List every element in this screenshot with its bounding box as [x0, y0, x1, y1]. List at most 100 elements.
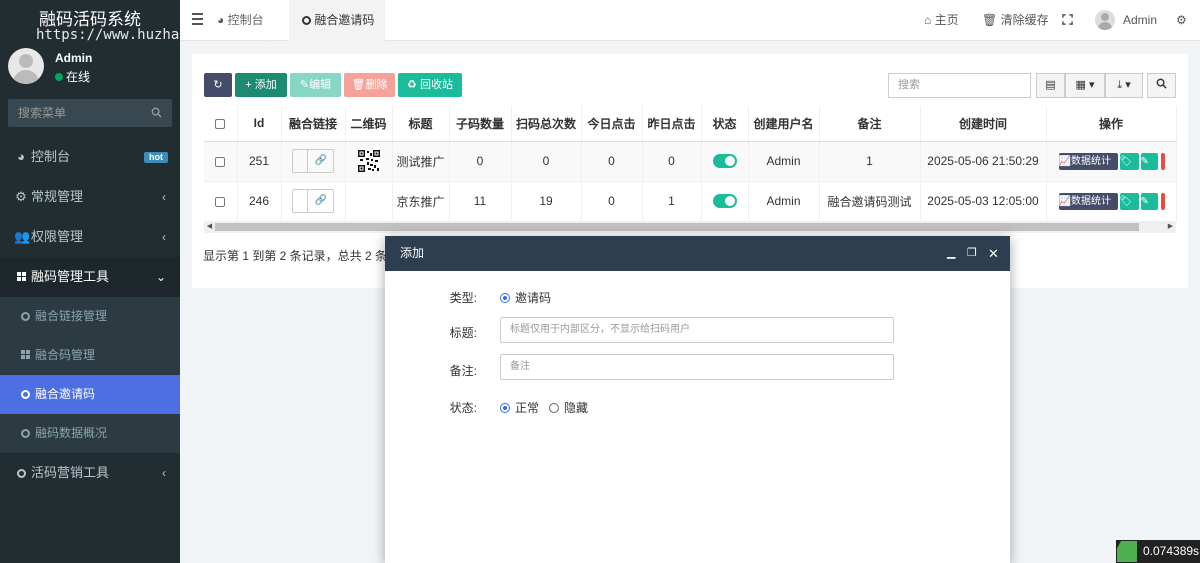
- tag-button[interactable]: 🏷: [1119, 152, 1139, 170]
- scroll-right-icon[interactable]: ▶: [1165, 221, 1176, 233]
- minimize-icon[interactable]: ▁: [947, 236, 955, 271]
- sidebar-search-input[interactable]: 搜索菜单: [8, 99, 172, 127]
- cell-creator: Admin: [748, 181, 820, 222]
- status-toggle[interactable]: [712, 194, 737, 209]
- radio-checked-icon: [500, 403, 510, 413]
- refresh-icon: ↻: [213, 79, 223, 91]
- sidebar-item-label: 融合链接管理: [35, 309, 108, 323]
- row-checkbox[interactable]: [204, 181, 238, 222]
- cell-actions: 📈数据统计 🏷 ✎: [1046, 181, 1177, 222]
- column-header[interactable]: 标题: [392, 106, 450, 142]
- fullscreen-icon[interactable]: [1062, 0, 1073, 41]
- status-toggle[interactable]: [712, 154, 737, 169]
- column-header[interactable]: 二维码: [345, 106, 393, 142]
- remark-label: 备注:: [449, 364, 477, 378]
- status-normal-radio[interactable]: 正常: [500, 399, 539, 416]
- tag-button[interactable]: 🏷: [1119, 192, 1139, 210]
- cell-created: 2025-05-03 12:05:00: [920, 181, 1047, 222]
- status-hidden-radio[interactable]: 隐藏: [549, 399, 588, 416]
- copy-link-button[interactable]: 🔗: [292, 189, 334, 213]
- title-input[interactable]: 标题仅用于内部区分，不显示给扫码用户: [500, 317, 894, 343]
- cell-status: [701, 141, 749, 182]
- toggle-view-button[interactable]: ▤: [1036, 73, 1065, 98]
- add-button[interactable]: + 添加: [235, 73, 287, 97]
- sidebar-item-fusion-codes[interactable]: 融合码管理: [0, 336, 180, 375]
- sidebar-item-marketing-tools[interactable]: 活码营销工具 ‹: [0, 453, 180, 493]
- search-icon[interactable]: [151, 107, 162, 118]
- user-name: Admin: [55, 51, 93, 65]
- stats-button[interactable]: 📈数据统计: [1058, 192, 1118, 210]
- table-row[interactable]: 251 🔗 测试推广 0 0 0 0 Admin 1 2025-05-06 21…: [204, 141, 1177, 182]
- menu-toggle-icon[interactable]: [192, 13, 203, 25]
- add-dialog: 添加 ▁ ❐ ✕ 类型: 邀请码 标题: 标题仅用于内部区分，不显示给扫码用户 …: [385, 236, 1010, 563]
- debug-timer[interactable]: 0.074389s: [1116, 540, 1200, 563]
- recycle-label: 回收站: [419, 79, 453, 91]
- tab-fusion-invite[interactable]: 融合邀请码: [289, 0, 385, 41]
- table-row[interactable]: 246 🔗 京东推广 11 19 0 1 Admin 融合邀请码测试 2025-…: [204, 181, 1177, 222]
- remark-input[interactable]: 备注: [500, 354, 894, 380]
- user-panel: Admin 在线: [0, 40, 180, 92]
- recycle-bin-button[interactable]: ♻ 回收站: [398, 73, 462, 97]
- chart-icon: 📈: [1058, 195, 1071, 207]
- column-header[interactable]: Id: [237, 106, 282, 142]
- edit-row-button[interactable]: ✎: [1140, 192, 1158, 210]
- table-search-placeholder: 搜索: [898, 79, 920, 91]
- column-header[interactable]: 创建用户名: [748, 106, 820, 142]
- tab-label: 控制台: [227, 13, 264, 27]
- qrcode-image[interactable]: [356, 149, 381, 173]
- column-header[interactable]: 备注: [819, 106, 921, 142]
- maximize-icon[interactable]: ❐: [967, 236, 977, 271]
- delete-row-button[interactable]: [1160, 152, 1165, 170]
- type-label: 类型:: [449, 291, 477, 305]
- stats-label: 数据统计: [1070, 195, 1111, 207]
- column-header[interactable]: 融合链接: [281, 106, 346, 142]
- cell-sub-count: 11: [449, 181, 512, 222]
- tab-dashboard[interactable]: ◕ 控制台: [217, 0, 279, 41]
- sidebar-item-label: 融合邀请码: [35, 387, 96, 401]
- radio-unchecked-icon: [549, 403, 559, 413]
- sidebar-item-fusion-links[interactable]: 融合链接管理: [0, 297, 180, 336]
- clear-cache-button[interactable]: 🗑 清除缓存: [982, 0, 1049, 41]
- sidebar-item-fusion-tools[interactable]: 融码管理工具 ⌄: [0, 257, 180, 297]
- columns-button[interactable]: ▦ ▾: [1065, 73, 1105, 98]
- admin-menu[interactable]: Admin: [1095, 0, 1157, 41]
- table-search-input[interactable]: 搜索: [888, 73, 1031, 98]
- sidebar-item-dashboard[interactable]: ◕ 控制台 hot: [0, 137, 180, 177]
- scroll-thumb[interactable]: [215, 223, 1139, 231]
- link-icon: 🔗: [314, 195, 327, 206]
- column-header[interactable]: 今日点击: [581, 106, 643, 142]
- column-header[interactable]: 子码数量: [449, 106, 512, 142]
- sidebar-item-label: 控制台: [31, 149, 71, 164]
- horizontal-scrollbar[interactable]: ◀ ▶: [204, 221, 1176, 233]
- copy-link-button[interactable]: 🔗: [292, 149, 334, 173]
- cell-actions: 📈数据统计 🏷 ✎: [1046, 141, 1177, 182]
- search-toggle-button[interactable]: [1147, 73, 1176, 98]
- refresh-button[interactable]: ↻: [204, 73, 232, 97]
- delete-button[interactable]: 🗑删除: [344, 73, 395, 97]
- type-invite-radio[interactable]: 邀请码: [500, 289, 551, 306]
- delete-row-button[interactable]: [1160, 192, 1165, 210]
- edit-row-button[interactable]: ✎: [1140, 152, 1158, 170]
- sidebar-item-fusion-overview[interactable]: 融码数据概况: [0, 414, 180, 453]
- edit-button[interactable]: ✎编辑: [290, 73, 341, 97]
- export-button[interactable]: ⤓ ▾: [1105, 73, 1143, 98]
- scroll-left-icon[interactable]: ◀: [204, 221, 215, 233]
- home-link[interactable]: ⌂ 主页: [924, 0, 959, 41]
- cell-yesterday-clicks: 1: [642, 181, 702, 222]
- row-checkbox[interactable]: [204, 141, 238, 182]
- sidebar-item-general[interactable]: ⚙ 常规管理 ‹: [0, 177, 180, 217]
- cell-status: [701, 181, 749, 222]
- column-header[interactable]: 创建时间: [920, 106, 1047, 142]
- dialog-header: 添加 ▁ ❐ ✕: [385, 236, 1010, 271]
- column-header[interactable]: 状态: [701, 106, 749, 142]
- sidebar-item-fusion-invite[interactable]: 融合邀请码: [0, 375, 180, 414]
- column-header[interactable]: 昨日点击: [642, 106, 702, 142]
- stats-button[interactable]: 📈数据统计: [1058, 152, 1118, 170]
- column-header[interactable]: 扫码总次数: [511, 106, 582, 142]
- select-all-checkbox[interactable]: [204, 106, 238, 142]
- sidebar-item-permissions[interactable]: 👥权限管理 ‹: [0, 217, 180, 257]
- settings-icon[interactable]: ⚙: [1176, 0, 1187, 41]
- columns-icon: ▦: [1075, 79, 1086, 91]
- close-icon[interactable]: ✕: [988, 236, 999, 271]
- cogs-icon: ⚙: [15, 189, 27, 204]
